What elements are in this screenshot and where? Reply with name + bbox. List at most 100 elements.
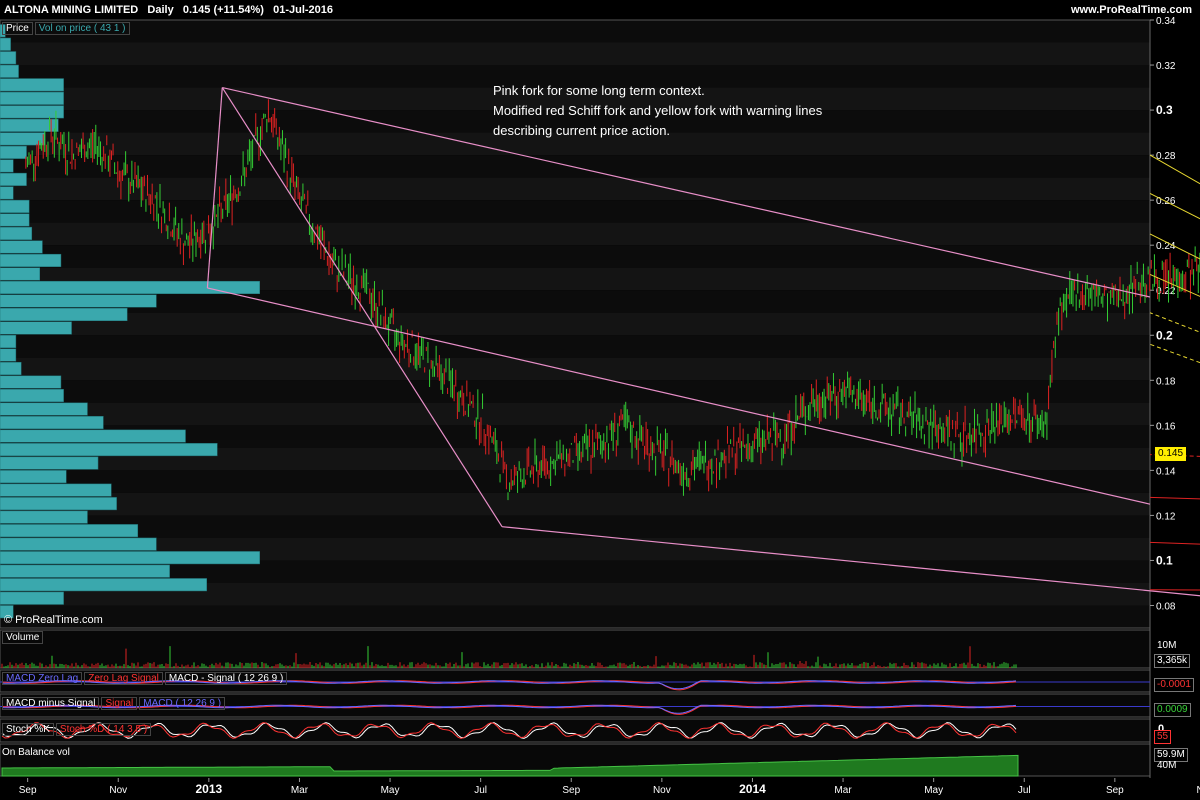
- volume-profile-bar: [0, 389, 64, 403]
- volume-profile-bar: [0, 307, 128, 321]
- chart-header: ALTONA MINING LIMITED Daily 0.145 (+11.5…: [4, 4, 333, 16]
- price-band: [0, 42, 1150, 66]
- vop-tag[interactable]: Vol on price ( 43 1 ): [34, 22, 130, 35]
- last-price-badge: 0.145: [1155, 447, 1187, 461]
- volume-profile-bar: [0, 105, 64, 119]
- annotation-line: Modified red Schiff fork and yellow fork…: [493, 103, 823, 118]
- y-tick-label: 0.08: [1156, 601, 1176, 612]
- obv-label[interactable]: On Balance vol: [2, 747, 70, 758]
- price-band: [0, 515, 1150, 538]
- x-tick-label: Mar: [291, 785, 309, 796]
- x-tick-label: Nov: [109, 785, 127, 796]
- volume-profile-bar: [0, 335, 17, 349]
- y-tick-label: 0.3: [1156, 103, 1173, 117]
- volume-profile-bar: [0, 443, 218, 457]
- y-tick-label: 0.32: [1156, 61, 1176, 72]
- volume-profile-bar: [0, 64, 19, 78]
- stoch-panel-frame: [0, 718, 1151, 743]
- x-tick-label: Sep: [562, 785, 580, 796]
- price-band: [0, 335, 1150, 358]
- volume-profile-bar: [0, 172, 27, 186]
- x-tick-label: Nov: [1197, 785, 1200, 796]
- macd-minus-signal-tag[interactable]: MACD minus Signal: [2, 697, 100, 710]
- stoch-k-tag[interactable]: Stoch %K: [2, 723, 54, 736]
- x-tick-label: Sep: [19, 785, 37, 796]
- x-tick-label: May: [381, 785, 400, 796]
- x-tick-label: Mar: [834, 785, 852, 796]
- volume-profile-bar: [0, 51, 17, 65]
- volume-profile-bar: [0, 226, 33, 240]
- price-band: [0, 492, 1150, 516]
- macd1-badge: -0.0001: [1154, 678, 1194, 692]
- signal-tag[interactable]: Signal: [101, 697, 138, 710]
- volume-profile-bar: [0, 362, 22, 376]
- price-panel-label: Price Vol on price ( 43 1 ): [2, 22, 132, 35]
- volume-profile-bar: [0, 199, 30, 213]
- stoch-badge: 55: [1154, 730, 1172, 744]
- y-tick-label: 0.12: [1156, 511, 1176, 522]
- price-band: [0, 605, 1150, 628]
- y-tick-label: 0.24: [1156, 241, 1176, 252]
- y-tick-label: 0.34: [1156, 16, 1176, 27]
- volume-profile-bar: [0, 564, 170, 578]
- x-tick-label: Sep: [1106, 785, 1124, 796]
- x-tick-label: 2014: [739, 782, 766, 796]
- volume-profile-bar: [0, 578, 207, 592]
- x-tick-label: Nov: [653, 785, 671, 796]
- volume-profile-bar: [0, 159, 14, 173]
- macd2-panel-label: MACD minus Signal Signal MACD ( 12 26 9 ): [2, 697, 227, 710]
- volume-profile-bar: [0, 429, 186, 443]
- quote-label: 0.145 (+11.54%): [182, 4, 264, 16]
- volume-profile-bar: [0, 78, 64, 92]
- stoch-d-tag[interactable]: Stoch %D ( 14 3 5 ): [55, 723, 152, 736]
- price-band: [0, 177, 1150, 201]
- obv-panel-label: On Balance vol: [2, 747, 70, 758]
- volume-badge: 3,365k: [1154, 654, 1191, 668]
- annotation-line: Pink fork for some long term context.: [493, 83, 705, 98]
- macd2-badge: 0.0009: [1154, 703, 1191, 717]
- obv-tick: 40M: [1157, 760, 1177, 771]
- volume-profile-bar: [0, 456, 99, 470]
- yellow-fork-line: [1149, 274, 1200, 297]
- price-band: [0, 245, 1150, 268]
- stoch-panel-label: Stoch %K Stoch %D ( 14 3 5 ): [2, 723, 153, 736]
- macd1-panel-label: MACD Zero Lag Zero Lag Signal MACD - Signa…: [2, 672, 289, 685]
- site-label: www.ProRealTime.com: [1070, 4, 1192, 16]
- volume-profile-bar: [0, 483, 112, 497]
- price-band: [0, 380, 1150, 403]
- volume-profile-bar: [0, 497, 117, 511]
- volume-profile-bar: [0, 348, 17, 362]
- volume-profile-bar: [0, 267, 40, 281]
- x-tick-label: 2013: [195, 782, 222, 796]
- volume-profile-bar: [0, 416, 104, 430]
- volume-profile-bar: [0, 510, 88, 524]
- price-tag[interactable]: Price: [2, 22, 33, 35]
- chart-annotation: Pink fork for some long term context. Mo…: [493, 81, 822, 141]
- y-tick-label: 0.1: [1156, 553, 1173, 567]
- macd-zero-lag-tag[interactable]: MACD Zero Lag: [2, 672, 83, 685]
- x-tick-label: Jul: [474, 785, 487, 796]
- date-label: 01-Jul-2016: [273, 4, 334, 16]
- y-tick-label: 0.18: [1156, 376, 1176, 387]
- y-tick-label: 0.16: [1156, 421, 1176, 432]
- y-tick-label: 0.14: [1156, 466, 1176, 477]
- volume-profile-bar: [0, 253, 62, 267]
- volume-profile-bar: [0, 186, 14, 200]
- volume-profile-bar: [0, 470, 67, 484]
- zero-lag-signal-tag[interactable]: Zero Lag Signal: [84, 672, 163, 685]
- x-tick-label: Jul: [1018, 785, 1031, 796]
- macd-tag[interactable]: MACD ( 12 26 9 ): [139, 697, 226, 710]
- annotation-line: describing current price action.: [493, 123, 671, 138]
- volume-tick: 10M: [1157, 640, 1177, 651]
- volume-profile-bar: [0, 375, 62, 389]
- volume-tag[interactable]: Volume: [2, 631, 44, 644]
- macd-signal-tag[interactable]: MACD - Signal ( 12 26 9 ): [164, 672, 288, 685]
- watermark: © ProRealTime.com: [4, 614, 103, 626]
- volume-profile-bar: [0, 591, 64, 605]
- y-tick-label: 0.2: [1156, 328, 1173, 342]
- volume-profile-bar: [0, 280, 260, 294]
- price-band: [0, 20, 1150, 43]
- volume-profile-bar: [0, 91, 64, 105]
- volume-profile-bar: [0, 524, 139, 538]
- volume-profile-bar: [0, 551, 260, 565]
